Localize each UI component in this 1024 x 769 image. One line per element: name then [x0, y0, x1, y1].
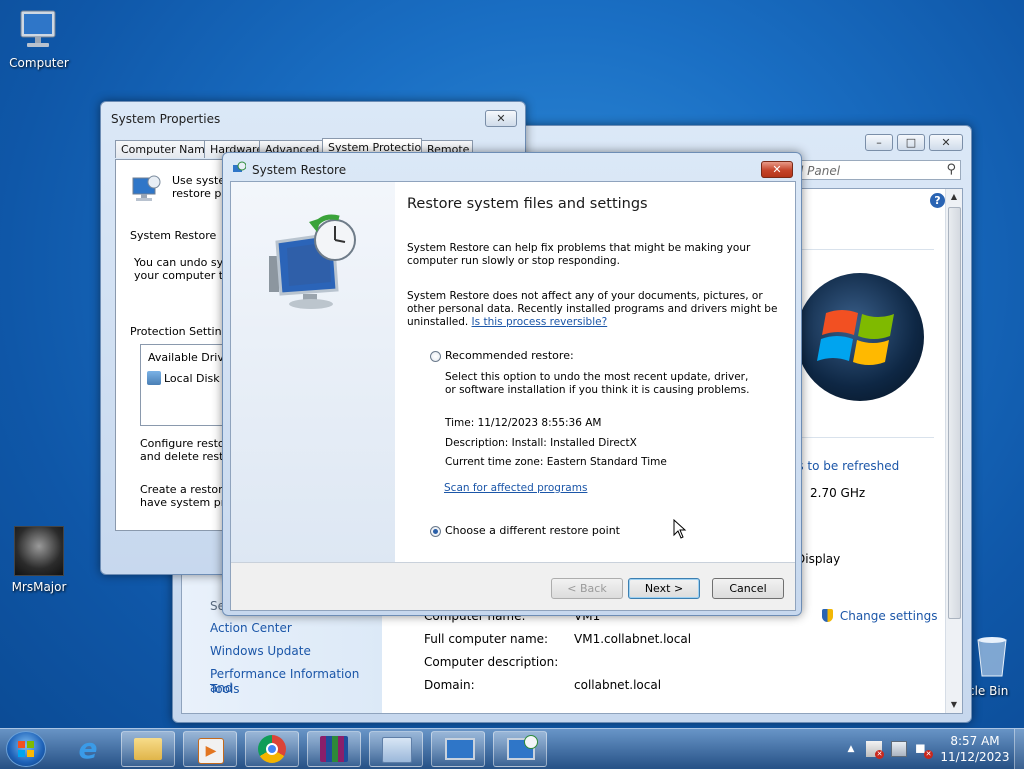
minimize-button[interactable]: – [865, 134, 893, 151]
desktop-icon-label: Computer [9, 56, 69, 70]
performance-tools-link[interactable]: Tools [210, 682, 240, 696]
search-icon[interactable]: ⚲ [946, 162, 956, 177]
close-button[interactable]: ✕ [485, 110, 517, 127]
taskbar-media-player[interactable]: ▶ [183, 731, 237, 767]
detail-label: Domain: [424, 678, 475, 692]
network-icon[interactable] [891, 741, 907, 757]
detail-label: Full computer name: [424, 632, 549, 646]
action-center-link[interactable]: Action Center [210, 621, 292, 635]
display-label: Display [796, 552, 841, 566]
volume-muted-icon[interactable]: ◼ ✕ [915, 741, 933, 759]
start-button[interactable] [6, 731, 46, 767]
system-restore-dialog[interactable]: System Restore ✕ Restore system files an… [222, 152, 802, 616]
hard-drive-icon [147, 371, 161, 385]
taskbar-file-explorer[interactable] [121, 731, 175, 767]
shield-icon [822, 609, 833, 622]
file-explorer-icon [134, 738, 162, 760]
window-title: System Restore [252, 163, 347, 177]
protection-settings-label: Protection Settings [130, 325, 235, 338]
back-button[interactable]: < Back [551, 578, 623, 599]
clock[interactable]: 8:57 AM 11/12/2023 [940, 729, 1010, 769]
cancel-button[interactable]: Cancel [712, 578, 784, 599]
next-button[interactable]: Next > [628, 578, 700, 599]
button-separator [231, 562, 795, 563]
recycle-bin-icon [972, 632, 1012, 680]
recommended-restore-radio[interactable] [430, 351, 441, 362]
system-restore-illustration-icon [263, 212, 363, 312]
recommended-desc: Select this option to undo the most rece… [445, 371, 750, 396]
show-hidden-icons[interactable]: ▲ [844, 729, 858, 769]
search-input[interactable]: l Panel [800, 164, 840, 178]
taskbar-winrar[interactable] [307, 731, 361, 767]
taskbar-system[interactable] [431, 731, 485, 767]
desktop-icon-label: MrsMajor [11, 580, 67, 594]
scan-affected-programs-link[interactable]: Scan for affected programs [444, 482, 587, 494]
refresh-rating-link[interactable]: ls to be refreshed [794, 459, 899, 473]
recommended-restore-label[interactable]: Recommended restore: [445, 349, 574, 362]
mrsmajor-icon [14, 526, 64, 576]
desktop-icon-computer[interactable]: Computer [3, 8, 75, 70]
restore-time: Time: 11/12/2023 8:55:36 AM [445, 417, 602, 429]
different-restore-point-label[interactable]: Choose a different restore point [445, 524, 620, 537]
control-panel-icon [382, 737, 412, 763]
restore-description: Description: Install: Installed DirectX [445, 437, 637, 449]
mouse-cursor-icon [673, 518, 687, 539]
system-protection-icon [130, 174, 162, 204]
taskbar: e ▶ ▲ ✕ ◼ ✕ 8:57 AM 11/12/2023 [0, 728, 1024, 769]
windows-flag-icon [817, 310, 894, 365]
scrollbar-thumb[interactable] [948, 207, 961, 619]
dialog-body: Restore system files and settings System… [230, 181, 796, 611]
desktop-icon-label: cle Bin [968, 684, 1009, 698]
winrar-icon [320, 736, 348, 762]
clock-date: 11/12/2023 [940, 750, 1010, 764]
undo-text: You can undo syst [134, 256, 234, 269]
windows-update-link[interactable]: Windows Update [210, 644, 311, 658]
help-icon[interactable]: ? [930, 193, 945, 208]
taskbar-control-panel[interactable] [369, 731, 423, 767]
start-orb-icon [18, 741, 34, 757]
system-icon [445, 738, 475, 760]
clock-time: 8:57 AM [950, 734, 1000, 748]
taskbar-system-restore[interactable] [493, 731, 547, 767]
window-title: System Properties [111, 112, 221, 126]
scroll-up-icon[interactable]: ▲ [946, 189, 962, 205]
wizard-heading: Restore system files and settings [407, 196, 648, 212]
maximize-button[interactable]: □ [897, 134, 925, 151]
tab-computer-name[interactable]: Computer Name [115, 140, 212, 158]
info-text: System Restore does not affect any of yo… [407, 290, 778, 328]
taskbar-chrome[interactable] [245, 731, 299, 767]
system-restore-group-label: System Restore [130, 229, 217, 242]
windows-logo [796, 273, 924, 401]
computer-icon [16, 8, 62, 52]
intro-text: System Restore can help fix problems tha… [407, 242, 751, 267]
restore-timezone: Current time zone: Eastern Standard Time [445, 456, 667, 468]
close-button[interactable]: ✕ [929, 134, 963, 151]
internet-explorer-icon[interactable]: e [72, 735, 104, 763]
close-button[interactable]: ✕ [761, 161, 793, 178]
detail-label: Computer description: [424, 655, 559, 669]
media-player-icon: ▶ [198, 738, 224, 764]
scroll-down-icon[interactable]: ▼ [946, 697, 962, 713]
change-settings-link[interactable]: Change settings [822, 609, 937, 623]
action-center-flag-icon[interactable]: ✕ [866, 741, 884, 759]
different-restore-point-radio[interactable] [430, 526, 441, 537]
show-desktop-button[interactable] [1014, 729, 1024, 769]
wizard-content: Restore system files and settings System… [395, 182, 795, 562]
cpu-speed: 2.70 GHz [810, 486, 866, 500]
detail-value: collabnet.local [574, 678, 662, 692]
reversible-link[interactable]: Is this process reversible? [472, 316, 608, 328]
vertical-scrollbar[interactable]: ▲ ▼ [945, 189, 962, 713]
wizard-side-panel [231, 182, 395, 562]
desktop-icon-mrsmajor[interactable]: MrsMajor [3, 526, 75, 594]
system-restore-title-icon [232, 161, 247, 175]
detail-value: VM1.collabnet.local [574, 632, 692, 646]
chrome-icon [258, 735, 286, 763]
search-box[interactable]: l Panel ⚲ [795, 160, 961, 180]
